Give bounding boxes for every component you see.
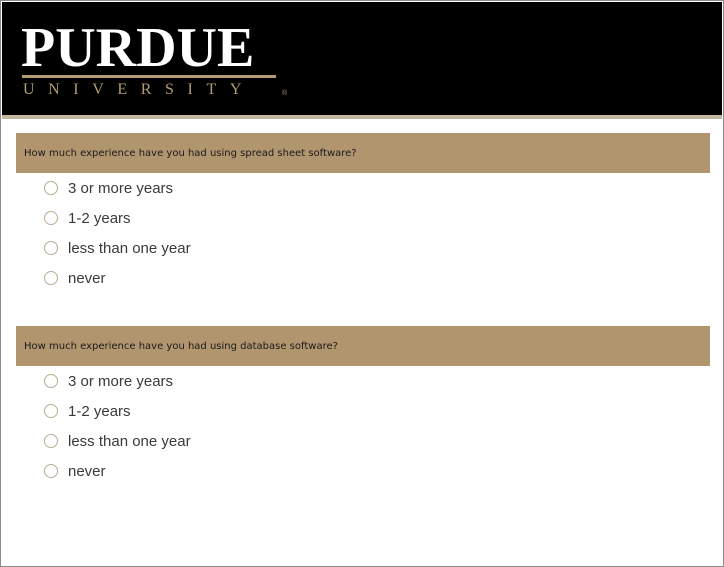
radio-option[interactable]: 3 or more years xyxy=(16,173,710,203)
radio-group-2: 3 or more years 1-2 years less than one … xyxy=(16,366,710,486)
radio-button[interactable] xyxy=(44,404,58,418)
radio-option[interactable]: never xyxy=(16,456,710,486)
radio-option[interactable]: less than one year xyxy=(16,426,710,456)
radio-option-label: less than one year xyxy=(68,239,191,257)
question-prompt: How much experience have you had using s… xyxy=(16,133,710,173)
radio-option-label: never xyxy=(68,269,106,287)
radio-option-label: 3 or more years xyxy=(68,372,174,390)
radio-group-1: 3 or more years 1-2 years less than one … xyxy=(16,173,710,293)
radio-option-label: 1-2 years xyxy=(68,209,131,227)
logo-wordmark: PURDUE xyxy=(21,17,255,79)
radio-option[interactable]: 1-2 years xyxy=(16,396,710,426)
question-prompt: How much experience have you had using d… xyxy=(16,326,710,366)
survey-page: PURDUE UNIVERSITY ® How much experience … xyxy=(0,0,724,567)
radio-option[interactable]: never xyxy=(16,263,710,293)
radio-button[interactable] xyxy=(44,434,58,448)
question-block-2: How much experience have you had using d… xyxy=(16,326,710,486)
radio-button[interactable] xyxy=(44,181,58,195)
radio-option[interactable]: 1-2 years xyxy=(16,203,710,233)
radio-button[interactable] xyxy=(44,374,58,388)
radio-button[interactable] xyxy=(44,241,58,255)
radio-option[interactable]: 3 or more years xyxy=(16,366,710,396)
logo-rule xyxy=(22,75,276,78)
radio-option-label: 1-2 years xyxy=(68,402,131,420)
header-divider xyxy=(2,115,722,119)
radio-option-label: less than one year xyxy=(68,432,191,450)
purdue-logo: PURDUE UNIVERSITY ® xyxy=(21,20,287,100)
radio-button[interactable] xyxy=(44,211,58,225)
logo-subtitle: UNIVERSITY xyxy=(23,81,255,98)
radio-option-label: never xyxy=(68,462,106,480)
radio-button[interactable] xyxy=(44,464,58,478)
header-banner: PURDUE UNIVERSITY ® xyxy=(2,2,722,115)
radio-button[interactable] xyxy=(44,271,58,285)
radio-option[interactable]: less than one year xyxy=(16,233,710,263)
radio-option-label: 3 or more years xyxy=(68,179,174,197)
question-block-1: How much experience have you had using s… xyxy=(16,133,710,293)
registered-mark: ® xyxy=(282,90,288,97)
